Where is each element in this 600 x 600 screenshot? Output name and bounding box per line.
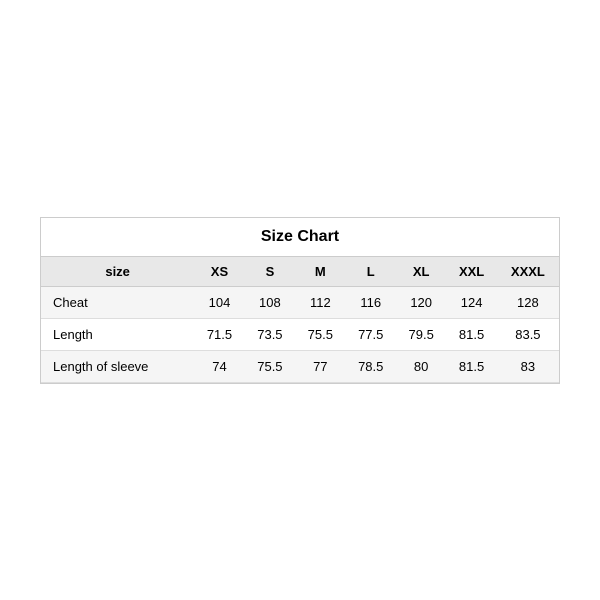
header-cell-3: M — [295, 257, 345, 287]
header-cell-4: L — [346, 257, 396, 287]
table-row: Length71.573.575.577.579.581.583.5 — [41, 318, 559, 350]
header-cell-0: size — [41, 257, 194, 287]
cell-0-6: 128 — [497, 286, 559, 318]
cell-0-4: 120 — [396, 286, 446, 318]
cell-0-1: 108 — [245, 286, 295, 318]
header-cell-6: XXL — [446, 257, 496, 287]
table-row: Length of sleeve7475.57778.58081.583 — [41, 350, 559, 382]
cell-2-6: 83 — [497, 350, 559, 382]
cell-2-4: 80 — [396, 350, 446, 382]
table-body: Cheat104108112116120124128Length71.573.5… — [41, 286, 559, 382]
header-cell-5: XL — [396, 257, 446, 287]
header-cell-7: XXXL — [497, 257, 559, 287]
cell-0-3: 116 — [346, 286, 396, 318]
row-label-0: Cheat — [41, 286, 194, 318]
cell-1-2: 75.5 — [295, 318, 345, 350]
cell-2-2: 77 — [295, 350, 345, 382]
cell-2-5: 81.5 — [446, 350, 496, 382]
cell-0-0: 104 — [194, 286, 244, 318]
cell-1-5: 81.5 — [446, 318, 496, 350]
cell-2-1: 75.5 — [245, 350, 295, 382]
cell-1-0: 71.5 — [194, 318, 244, 350]
table-row: Cheat104108112116120124128 — [41, 286, 559, 318]
cell-2-3: 78.5 — [346, 350, 396, 382]
cell-1-1: 73.5 — [245, 318, 295, 350]
header-cell-2: S — [245, 257, 295, 287]
cell-1-3: 77.5 — [346, 318, 396, 350]
row-label-1: Length — [41, 318, 194, 350]
cell-0-5: 124 — [446, 286, 496, 318]
size-table: sizeXSSMLXLXXLXXXL Cheat1041081121161201… — [41, 257, 559, 383]
row-label-2: Length of sleeve — [41, 350, 194, 382]
size-chart-container: Size Chart sizeXSSMLXLXXLXXXL Cheat10410… — [40, 217, 560, 384]
cell-0-2: 112 — [295, 286, 345, 318]
cell-1-4: 79.5 — [396, 318, 446, 350]
table-header-row: sizeXSSMLXLXXLXXXL — [41, 257, 559, 287]
table-title: Size Chart — [41, 218, 559, 257]
cell-2-0: 74 — [194, 350, 244, 382]
header-cell-1: XS — [194, 257, 244, 287]
cell-1-6: 83.5 — [497, 318, 559, 350]
